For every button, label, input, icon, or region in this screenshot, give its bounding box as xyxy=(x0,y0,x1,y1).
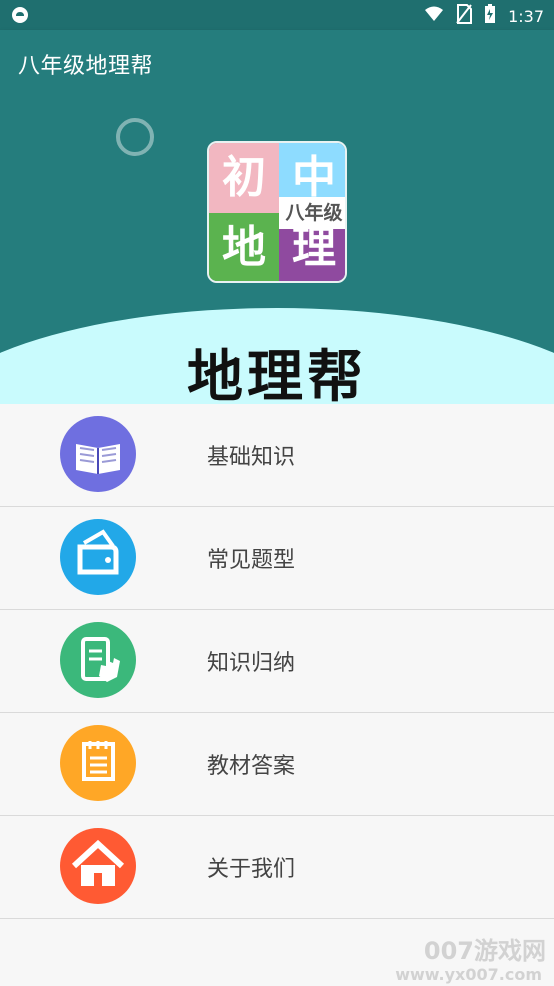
battery-charging-icon xyxy=(484,4,496,28)
menu-item-label: 关于我们 xyxy=(207,857,296,882)
wifi-icon xyxy=(424,5,444,27)
app-title: 八年级地理帮 xyxy=(18,54,154,79)
menu-item-basic-knowledge[interactable]: 基础知识 xyxy=(0,404,554,507)
phone-touch-icon xyxy=(60,622,136,698)
logo-char-top-left: 初 xyxy=(209,143,279,213)
home-icon xyxy=(60,828,136,904)
status-bar: 1:37 xyxy=(0,0,554,30)
no-sim-icon xyxy=(456,4,473,28)
menu-item-summary[interactable]: 知识归纳 xyxy=(0,610,554,713)
time-text: 1:37 xyxy=(508,6,544,26)
book-icon xyxy=(60,416,136,492)
logo-grade-text: 八年级 xyxy=(279,197,345,229)
notification-icon xyxy=(10,5,30,25)
banner-title: 地理帮 xyxy=(187,345,367,404)
app-bar: 八年级地理帮 xyxy=(0,30,554,92)
menu-item-label: 基础知识 xyxy=(207,445,296,470)
menu-item-textbook-answers[interactable]: 教材答案 xyxy=(0,713,554,816)
notepad-icon xyxy=(60,725,136,801)
menu-item-about-us[interactable]: 关于我们 xyxy=(0,816,554,919)
watermark-text: 007游戏网 xyxy=(423,937,546,965)
wallet-icon xyxy=(60,519,136,595)
status-icons: 1:37 xyxy=(424,4,544,28)
decorative-ring-icon xyxy=(116,118,154,156)
menu-item-label: 知识归纳 xyxy=(207,651,296,676)
header-banner: 初 中 地 理 八年级 地理帮 xyxy=(0,92,554,404)
menu-item-label: 教材答案 xyxy=(207,754,296,779)
watermark-url: www.yx007.com xyxy=(395,965,542,984)
logo-char-bottom-left: 地 xyxy=(209,213,279,281)
menu-item-question-types[interactable]: 常见题型 xyxy=(0,507,554,610)
menu-list: 基础知识 常见题型 知识归纳 教材答案 关于我们 xyxy=(0,404,554,986)
app-logo: 初 中 地 理 八年级 xyxy=(207,141,347,283)
menu-item-label: 常见题型 xyxy=(207,548,296,573)
